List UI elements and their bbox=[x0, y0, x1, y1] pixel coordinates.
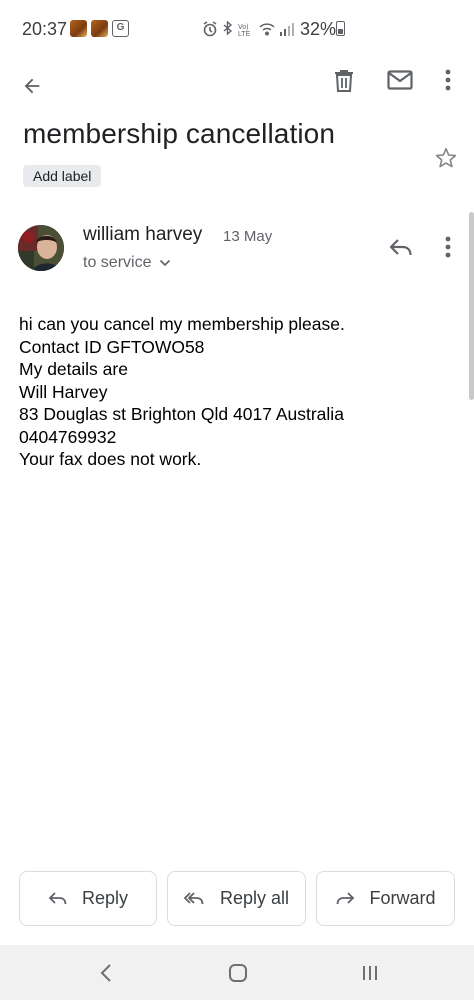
mark-unread-button[interactable] bbox=[380, 60, 420, 100]
nav-home-button[interactable] bbox=[218, 957, 258, 989]
star-button[interactable] bbox=[428, 140, 464, 176]
notification-icons: G bbox=[70, 20, 129, 37]
svg-text:LTE: LTE bbox=[238, 31, 251, 37]
add-label-button[interactable]: Add label bbox=[23, 165, 102, 187]
forward-button[interactable]: Forward bbox=[316, 871, 455, 926]
message-more-button[interactable] bbox=[432, 230, 464, 264]
body-line: 83 Douglas st Brighton Qld 4017 Australi… bbox=[19, 404, 344, 424]
reply-all-icon bbox=[183, 891, 204, 904]
sender-name: william harvey bbox=[83, 224, 203, 245]
body-line: Contact ID GFTOWO58 bbox=[19, 336, 205, 357]
scrollbar[interactable] bbox=[469, 212, 474, 400]
reply-label: Reply bbox=[81, 888, 129, 908]
recipient-text: to service bbox=[83, 254, 152, 271]
bluetooth-icon bbox=[223, 21, 233, 36]
recipient-toggle[interactable]: to service bbox=[83, 254, 171, 272]
battery-percent: 32% bbox=[300, 19, 337, 39]
top-app-bar bbox=[0, 58, 474, 104]
email-date: 13 May bbox=[223, 228, 273, 245]
forward-icon bbox=[337, 891, 355, 904]
forward-label: Forward bbox=[369, 888, 436, 908]
status-bar: 20:37 G Vo) LTE 32% bbox=[0, 0, 474, 58]
more-vert-icon bbox=[445, 236, 451, 258]
delete-button[interactable] bbox=[324, 60, 364, 100]
signal-icon bbox=[280, 23, 294, 36]
email-subject: membership cancellation bbox=[23, 118, 336, 149]
back-button[interactable] bbox=[12, 66, 52, 106]
wifi-icon bbox=[259, 23, 275, 36]
status-icons: Vo) LTE bbox=[203, 21, 294, 37]
volte-icon: Vo) bbox=[238, 24, 249, 31]
translate-icon: G bbox=[112, 20, 129, 37]
recents-icon bbox=[363, 966, 377, 980]
body-line: Your fax does not work. bbox=[19, 449, 202, 469]
body-line: hi can you cancel my membership please. bbox=[19, 314, 345, 334]
avatar-photo bbox=[18, 225, 64, 271]
body-line: My details are bbox=[19, 359, 128, 379]
sender-avatar[interactable] bbox=[18, 225, 64, 271]
mail-icon bbox=[387, 70, 413, 90]
chevron-down-icon bbox=[160, 259, 171, 267]
reply-all-button[interactable]: Reply all bbox=[167, 871, 306, 926]
battery-icon bbox=[336, 21, 345, 36]
trash-icon bbox=[335, 70, 353, 92]
nav-recents-button[interactable] bbox=[350, 957, 390, 989]
reply-icon-button[interactable] bbox=[384, 230, 418, 264]
body-line: 0404769932 bbox=[19, 426, 117, 447]
email-body: hi can you cancel my membership please. … bbox=[19, 313, 459, 471]
chevron-left-icon bbox=[100, 964, 111, 982]
notification-app-icon bbox=[70, 20, 87, 37]
reply-icon bbox=[48, 891, 67, 904]
nav-back-button[interactable] bbox=[86, 957, 126, 989]
more-vert-icon bbox=[445, 69, 451, 91]
reply-button[interactable]: Reply bbox=[19, 871, 157, 926]
reply-icon bbox=[389, 239, 412, 256]
body-line: Will Harvey bbox=[19, 381, 108, 402]
more-options-button[interactable] bbox=[430, 60, 466, 100]
star-outline-icon bbox=[435, 148, 457, 168]
notification-app-icon bbox=[91, 20, 108, 37]
alarm-icon bbox=[203, 21, 217, 37]
status-time: 20:37 bbox=[22, 19, 68, 39]
arrow-left-icon bbox=[24, 78, 40, 94]
reply-all-label: Reply all bbox=[219, 888, 290, 908]
home-icon bbox=[229, 964, 247, 982]
system-navigation-bar bbox=[0, 945, 474, 1000]
